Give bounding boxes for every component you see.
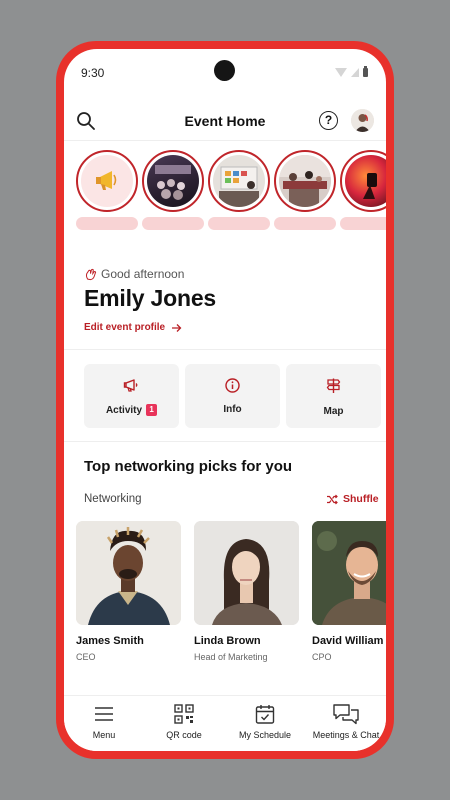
story-label-placeholder <box>208 217 270 230</box>
person-card[interactable]: David William CPO <box>312 521 386 662</box>
person-photo <box>194 521 299 625</box>
arrow-right-icon <box>172 323 182 332</box>
camera-cutout <box>214 60 235 81</box>
person-name: Linda Brown <box>194 635 261 647</box>
calendar-check-icon <box>255 705 275 724</box>
subsection-label: Networking <box>84 493 142 505</box>
nav-label: QR code <box>166 730 202 740</box>
nav-label: Menu <box>92 730 116 740</box>
divider <box>64 441 386 442</box>
notification-badge: 1 <box>146 404 158 416</box>
signpost-icon <box>326 378 341 393</box>
person-photo <box>76 521 181 625</box>
person-card[interactable]: Linda Brown Head of Marketing <box>194 521 299 662</box>
tile-label: Map <box>286 406 381 417</box>
story-ring <box>76 150 138 212</box>
activity-tile[interactable]: Activity 1 <box>84 364 179 428</box>
story-ring <box>340 150 386 212</box>
qr-code-icon <box>174 704 194 724</box>
map-label: Map <box>323 406 344 417</box>
status-time: 9:30 <box>81 66 105 80</box>
info-tile[interactable]: Info <box>185 364 280 428</box>
megaphone-icon <box>96 171 117 190</box>
person-role: Head of Marketing <box>194 652 268 662</box>
story-item[interactable] <box>76 150 138 230</box>
tile-label: Activity 1 <box>84 404 179 416</box>
story-image <box>81 155 133 207</box>
map-tile[interactable]: Map <box>286 364 381 428</box>
divider <box>64 349 386 350</box>
hamburger-menu-icon <box>95 707 113 721</box>
megaphone-icon <box>123 379 138 392</box>
edit-profile-link[interactable]: Edit event profile <box>84 322 182 333</box>
battery-icon <box>363 66 368 77</box>
story-label-placeholder <box>76 217 138 230</box>
info-icon <box>225 378 240 393</box>
shuffle-icon <box>327 494 338 504</box>
shuffle-button[interactable]: Shuffle <box>326 493 379 505</box>
greeting: Good afternoon <box>84 267 184 281</box>
nav-menu[interactable]: Menu <box>64 696 144 751</box>
edit-profile-label: Edit event profile <box>84 322 166 333</box>
story-ring <box>142 150 204 212</box>
person-role: CEO <box>76 652 96 662</box>
story-ring <box>208 150 270 212</box>
signal-icon <box>351 68 359 77</box>
shuffle-label: Shuffle <box>343 493 379 505</box>
story-label-placeholder <box>142 217 204 230</box>
person-name: David William <box>312 635 384 647</box>
section-title: Top networking picks for you <box>84 458 293 475</box>
bottom-navigation: Menu QR code My Schedule Meetings & Chat <box>64 695 386 751</box>
story-image <box>213 155 265 207</box>
story-item[interactable] <box>142 150 204 230</box>
greeting-text: Good afternoon <box>101 267 185 281</box>
stories-row <box>64 150 386 234</box>
story-ring <box>274 150 336 212</box>
user-name: Emily Jones <box>84 285 217 311</box>
story-item[interactable] <box>208 150 270 230</box>
nav-label: My Schedule <box>238 730 292 740</box>
status-icons <box>335 66 368 77</box>
person-card[interactable]: James Smith CEO <box>76 521 181 662</box>
story-image <box>345 155 386 207</box>
chat-bubbles-icon <box>333 704 359 725</box>
nav-label: Meetings & Chat <box>312 730 380 740</box>
nav-my-schedule[interactable]: My Schedule <box>225 696 305 751</box>
nav-qr-code[interactable]: QR code <box>144 696 224 751</box>
help-icon[interactable]: ? <box>319 111 338 130</box>
phone-frame: 9:30 Event Home ? Good afternoon Emily J… <box>56 41 394 759</box>
person-role: CPO <box>312 652 332 662</box>
story-item[interactable] <box>274 150 336 230</box>
story-item[interactable] <box>340 150 386 230</box>
avatar[interactable] <box>351 109 374 132</box>
story-label-placeholder <box>340 217 386 230</box>
person-name: James Smith <box>76 635 144 647</box>
info-label: Info <box>223 404 242 415</box>
status-bar: 9:30 <box>64 49 386 93</box>
activity-label: Activity <box>105 404 143 416</box>
story-image <box>279 155 331 207</box>
tile-label: Info <box>185 404 280 415</box>
wifi-icon <box>335 68 347 77</box>
person-photo <box>312 521 386 625</box>
waving-hand-icon <box>85 268 97 280</box>
top-app-bar: Event Home ? <box>64 101 386 141</box>
story-image <box>147 155 199 207</box>
nav-meetings-chat[interactable]: Meetings & Chat <box>306 696 386 751</box>
app-screen: 9:30 Event Home ? Good afternoon Emily J… <box>64 49 386 751</box>
story-label-placeholder <box>274 217 336 230</box>
